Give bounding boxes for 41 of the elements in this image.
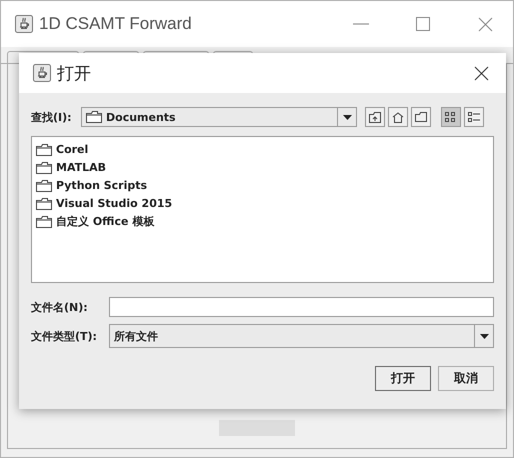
folder-icon <box>36 216 52 228</box>
toolbar-button[interactable] <box>388 107 408 127</box>
folder-icon <box>36 162 52 174</box>
folder-item[interactable]: Corel <box>56 143 88 156</box>
list-view-icon <box>445 112 457 122</box>
toolbar-button[interactable] <box>411 107 431 127</box>
toolbar-button[interactable] <box>365 107 385 127</box>
folder-icon <box>36 144 52 156</box>
toolbar-button[interactable] <box>441 107 461 127</box>
app-icon <box>15 15 33 33</box>
home-icon <box>392 112 404 122</box>
app-icon <box>33 64 51 82</box>
folder-icon <box>415 112 427 122</box>
caret-icon <box>480 334 488 338</box>
details-view-icon <box>468 112 480 122</box>
file-type-label: 文件类型(T): <box>31 328 98 344</box>
window-title: 1D CSAMT Forward <box>39 14 193 34</box>
toolbar-button[interactable] <box>464 107 484 127</box>
file-type-value: 所有文件 <box>114 328 158 344</box>
folder-item[interactable]: Python Scripts <box>56 179 148 192</box>
caret-icon <box>342 114 352 120</box>
folder-item[interactable]: 自定义 Office 模板 <box>56 214 154 229</box>
look-in-value: Documents <box>106 110 176 124</box>
folder-item[interactable]: Visual Studio 2015 <box>56 197 172 210</box>
look-in-dropdown[interactable]: Documents <box>81 107 357 127</box>
open-button[interactable]: 打开 <box>375 366 431 391</box>
maximize-icon <box>416 17 430 31</box>
folder-item[interactable]: MATLAB <box>56 161 106 174</box>
file-type-dropdown[interactable]: 所有文件 <box>109 324 494 348</box>
close-icon <box>474 66 488 80</box>
close-icon <box>478 16 492 32</box>
dialog-title: 打开 <box>57 62 92 84</box>
minimize-icon <box>353 23 369 25</box>
cancel-button[interactable]: 取消 <box>438 366 494 391</box>
look-in-label: 查找(I): <box>31 110 73 124</box>
folder-icon <box>36 180 52 192</box>
folder-up-icon <box>369 112 381 122</box>
folder-icon <box>86 111 102 123</box>
folder-icon <box>36 198 52 210</box>
file-name-field[interactable] <box>109 297 494 317</box>
file-name-label: 文件名(N): <box>31 300 89 314</box>
